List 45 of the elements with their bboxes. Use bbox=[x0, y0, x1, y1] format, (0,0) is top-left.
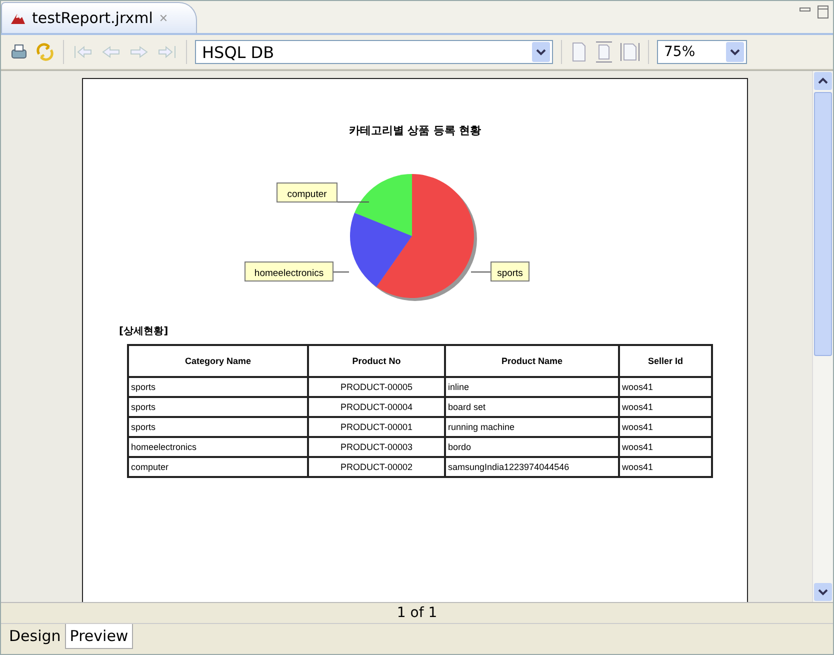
table-cell: computer bbox=[128, 457, 308, 477]
scroll-thumb[interactable] bbox=[814, 92, 832, 356]
column-header: Product No bbox=[308, 345, 445, 377]
table-cell: sports bbox=[128, 377, 308, 397]
table-cell: woos41 bbox=[619, 457, 712, 477]
column-header: Product Name bbox=[445, 345, 619, 377]
chart-title: 카테고리별 상품 등록 현황 bbox=[348, 123, 482, 138]
table-cell: woos41 bbox=[619, 437, 712, 457]
datasource-dropdown[interactable]: HSQL DB bbox=[195, 40, 553, 64]
fit-width-icon[interactable] bbox=[620, 41, 640, 63]
table-cell: PRODUCT-00003 bbox=[308, 437, 445, 457]
slice-label: homeelectronics bbox=[244, 262, 334, 282]
table-cell: woos41 bbox=[619, 377, 712, 397]
table-cell: woos41 bbox=[619, 397, 712, 417]
scroll-down-icon[interactable] bbox=[814, 583, 832, 601]
table-cell: PRODUCT-00004 bbox=[308, 397, 445, 417]
table-cell: PRODUCT-00005 bbox=[308, 377, 445, 397]
table-cell: bordo bbox=[445, 437, 619, 457]
table-cell: running machine bbox=[445, 417, 619, 437]
table-cell: homeelectronics bbox=[128, 437, 308, 457]
refresh-icon[interactable] bbox=[35, 42, 55, 62]
table-cell: sports bbox=[128, 397, 308, 417]
bottom-tab[interactable]: Preview bbox=[64, 624, 134, 649]
vertical-scrollbar[interactable] bbox=[812, 71, 833, 602]
column-header: Seller Id bbox=[619, 345, 712, 377]
table-cell: samsungIndia1223974044546 bbox=[445, 457, 619, 477]
table-cell: inline bbox=[445, 377, 619, 397]
scroll-up-icon[interactable] bbox=[814, 72, 832, 90]
tab-title: testReport.jrxml bbox=[32, 9, 153, 27]
table-cell: PRODUCT-00002 bbox=[308, 457, 445, 477]
page-icon[interactable] bbox=[570, 41, 588, 63]
table-cell: PRODUCT-00001 bbox=[308, 417, 445, 437]
page-counter: 1 of 1 bbox=[396, 605, 438, 621]
editor-tab[interactable]: testReport.jrxml ✕ bbox=[1, 2, 198, 33]
slice-label: computer bbox=[276, 182, 338, 202]
section-label: [상세현황] bbox=[119, 325, 170, 338]
zoom-dropdown[interactable]: 75% bbox=[657, 40, 747, 64]
table-cell: board set bbox=[445, 397, 619, 417]
table-cell: woos41 bbox=[619, 417, 712, 437]
fit-height-icon[interactable] bbox=[594, 41, 614, 63]
bottom-tab[interactable]: Design bbox=[5, 624, 65, 648]
table-cell: sports bbox=[128, 417, 308, 437]
column-header: Category Name bbox=[128, 345, 308, 377]
maximize-icon[interactable] bbox=[817, 5, 829, 19]
slice-label: sports bbox=[490, 262, 530, 282]
